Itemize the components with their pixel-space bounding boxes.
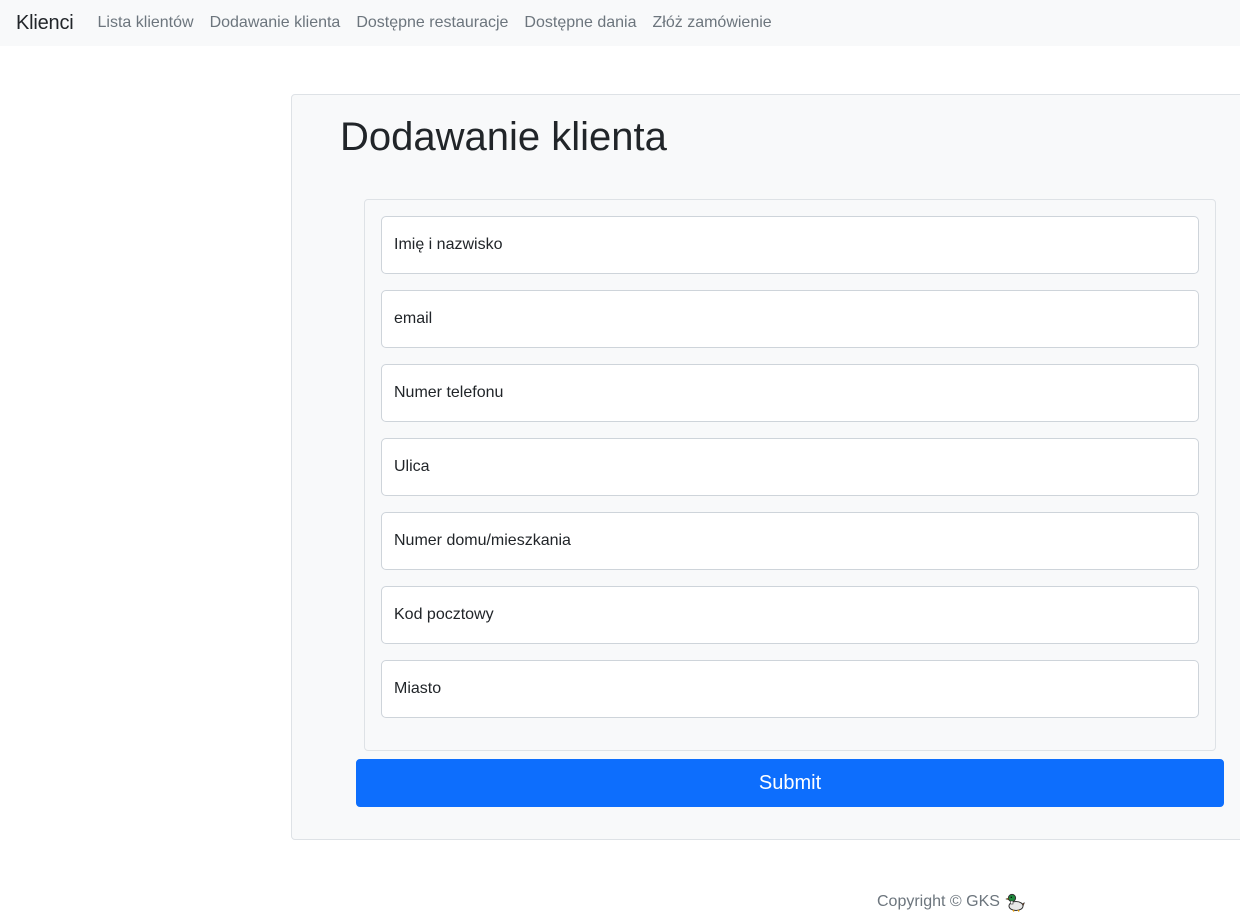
- client-form: [364, 199, 1216, 751]
- nav-link-add-client[interactable]: Dodawanie klienta: [202, 14, 349, 32]
- copyright-text: Copyright © GKS: [877, 893, 1000, 910]
- nav-link-place-order[interactable]: Złóż zamówienie: [645, 14, 780, 32]
- nav-link-dishes[interactable]: Dostępne dania: [516, 14, 644, 32]
- footer: Copyright © GKS: [877, 890, 1025, 914]
- duck-icon: [1004, 892, 1025, 912]
- nav-link-client-list[interactable]: Lista klientów: [90, 14, 202, 32]
- city-input[interactable]: [381, 660, 1199, 718]
- navbar-brand[interactable]: Klienci: [16, 12, 74, 35]
- email-input[interactable]: [381, 290, 1199, 348]
- add-client-panel: Dodawanie klienta Submit: [291, 94, 1240, 840]
- page-title: Dodawanie klienta: [340, 115, 667, 159]
- street-input[interactable]: [381, 438, 1199, 496]
- nav-links: Lista klientów Dodawanie klienta Dostępn…: [90, 14, 780, 32]
- house-number-input[interactable]: [381, 512, 1199, 570]
- submit-button[interactable]: Submit: [356, 759, 1224, 807]
- phone-input[interactable]: [381, 364, 1199, 422]
- full-name-input[interactable]: [381, 216, 1199, 274]
- nav-link-restaurants[interactable]: Dostępne restauracje: [348, 14, 516, 32]
- top-navbar: Klienci Lista klientów Dodawanie klienta…: [0, 0, 1240, 46]
- postal-code-input[interactable]: [381, 586, 1199, 644]
